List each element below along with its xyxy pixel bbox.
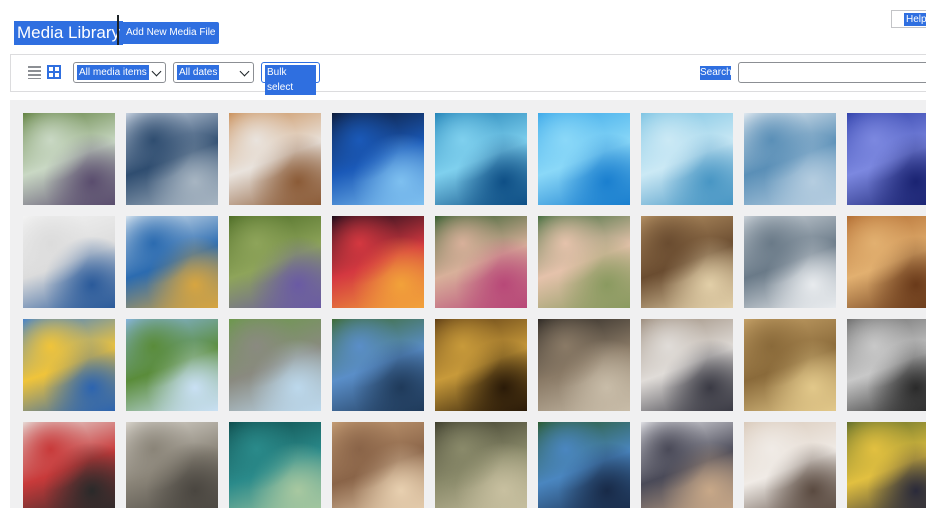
media-thumbnail-grand-hall-interior[interactable] <box>847 216 926 308</box>
media-thumbnail-people-walking-forest[interactable] <box>23 113 115 205</box>
date-filter[interactable]: All dates <box>173 62 254 83</box>
media-thumbnail-creation-of-adam[interactable] <box>332 422 424 508</box>
media-thumbnail-teal-sculpture-room[interactable] <box>229 422 321 508</box>
media-thumbnail-typing-on-laptop[interactable] <box>641 422 733 508</box>
media-thumbnail-bluebell-forest[interactable] <box>229 216 321 308</box>
chevron-down-icon <box>151 66 162 77</box>
search-input[interactable] <box>738 62 926 83</box>
media-thumbnail-dam-tower-reservoir[interactable] <box>332 319 424 411</box>
bulk-select-label: Bulk select <box>265 65 316 95</box>
media-grid <box>10 100 926 508</box>
grid-view-icon[interactable] <box>47 65 61 79</box>
help-tab[interactable]: Help <box>891 10 926 28</box>
media-thumbnail-spreadsheet-bar-chart[interactable] <box>23 216 115 308</box>
media-thumbnail-hands-on-laptop[interactable] <box>229 113 321 205</box>
media-thumbnail-ornate-building-facade[interactable] <box>641 216 733 308</box>
media-thumbnail-last-supper-painting[interactable] <box>435 422 527 508</box>
media-thumbnail-modern-building-plaza[interactable] <box>744 216 836 308</box>
bulk-select-button[interactable]: Bulk select <box>261 62 320 95</box>
media-thumbnail-fireworks-night[interactable] <box>332 216 424 308</box>
media-thumbnail-dam-tower-reservoir-2[interactable] <box>538 422 630 508</box>
media-thumbnail-standing-stone-field[interactable] <box>229 319 321 411</box>
media-thumbnail-elderly-woman-garden[interactable] <box>435 216 527 308</box>
media-thumbnail-playing-cards-hand[interactable] <box>23 422 115 508</box>
media-thumbnail-helmets-chainmail[interactable] <box>847 319 926 411</box>
media-thumbnail-green-meadow-hill[interactable] <box>126 319 218 411</box>
help-label: Help <box>904 13 926 26</box>
media-thumbnail-folded-newspapers[interactable] <box>126 422 218 508</box>
page-title: Media Library <box>14 21 123 45</box>
date-selected: All dates <box>177 65 220 80</box>
media-type-filter[interactable]: All media items <box>73 62 166 83</box>
media-thumbnail-students-in-classroom[interactable] <box>847 422 926 508</box>
media-thumbnail-dark-artifact-display[interactable] <box>538 319 630 411</box>
media-thumbnail-frosty-lake[interactable] <box>126 113 218 205</box>
search-label: Search <box>700 66 732 80</box>
media-thumbnail-padlock-globe[interactable] <box>126 216 218 308</box>
chevron-down-icon <box>239 66 250 77</box>
media-thumbnail-carved-wood-altar[interactable] <box>435 319 527 411</box>
media-thumbnail-smiling-elderly-woman[interactable] <box>538 216 630 308</box>
list-view-icon[interactable] <box>28 66 41 79</box>
media-thumbnail-yellow-envelopes-blue[interactable] <box>23 319 115 411</box>
media-type-selected: All media items <box>77 65 149 80</box>
media-thumbnail-water-droplets-blue[interactable] <box>435 113 527 205</box>
media-thumbnail-rain-drops-glass[interactable] <box>641 113 733 205</box>
media-thumbnail-water-drop-ripple[interactable] <box>744 113 836 205</box>
add-new-media-button[interactable]: Add New Media File <box>121 22 219 44</box>
media-thumbnail-people-at-computers[interactable] <box>641 319 733 411</box>
media-thumbnail-writing-in-notebook[interactable] <box>744 422 836 508</box>
media-thumbnail-blue-circuit-board[interactable] <box>847 113 926 205</box>
text-caret <box>117 15 119 45</box>
media-thumbnail-water-pouring-bottle[interactable] <box>332 113 424 205</box>
media-thumbnail-pool-water-surface[interactable] <box>538 113 630 205</box>
media-thumbnail-dragonfly-fossil[interactable] <box>744 319 836 411</box>
